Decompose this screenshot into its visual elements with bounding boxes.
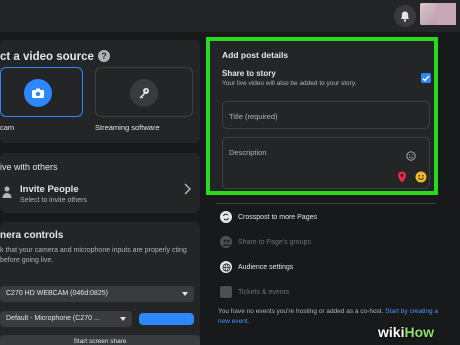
camera-controls-description: k that your camera and microphone inputs… bbox=[0, 247, 187, 264]
chevron-down-icon bbox=[182, 292, 188, 296]
top-bar bbox=[0, 0, 460, 32]
mic-level-button[interactable] bbox=[139, 313, 194, 325]
share-story-label: Share to story bbox=[222, 69, 276, 78]
feeling-emoji-icon[interactable] bbox=[415, 171, 427, 183]
title-input[interactable]: Title (required) bbox=[222, 101, 430, 129]
screen-share-button[interactable]: Start screen share bbox=[0, 335, 200, 345]
help-icon[interactable]: ? bbox=[97, 50, 110, 62]
crosspost-icon bbox=[220, 211, 232, 223]
divider bbox=[216, 203, 436, 204]
share-title: ive with others bbox=[0, 162, 58, 172]
share-groups-label: Share to Page's groups bbox=[238, 238, 311, 246]
ticket-icon bbox=[220, 286, 232, 298]
chevron-right-icon bbox=[184, 183, 191, 195]
source-option-webcam[interactable] bbox=[0, 67, 83, 117]
globe-icon bbox=[220, 261, 232, 273]
events-footer-text: You have no events you're hosting or add… bbox=[218, 308, 384, 315]
share-story-checkbox[interactable] bbox=[421, 73, 431, 83]
bell-icon[interactable] bbox=[394, 5, 416, 27]
camera-select-value: C270 HD WEBCAM (046d:0825) bbox=[6, 290, 108, 297]
post-details-title: Add post details bbox=[222, 50, 289, 60]
crosspost-option[interactable]: Crosspost to more Pages bbox=[220, 211, 317, 223]
add-post-details-card: Add post details Share to story Your liv… bbox=[206, 37, 438, 195]
audience-settings-option[interactable]: Audience settings bbox=[220, 261, 293, 273]
camera-icon bbox=[24, 79, 52, 107]
key-icon bbox=[130, 79, 158, 107]
location-pin-icon[interactable] bbox=[397, 171, 407, 183]
invite-people-label: Invite People bbox=[20, 184, 79, 195]
camera-select[interactable]: C270 HD WEBCAM (046d:0825) bbox=[0, 286, 194, 302]
tickets-events-label: Tickets & events bbox=[238, 288, 290, 296]
video-source-title: ct a video source? bbox=[0, 50, 110, 63]
share-groups-option: Share to Page's groups bbox=[220, 236, 311, 248]
microphone-select[interactable]: Default - Microphone (C270 ... bbox=[0, 311, 132, 327]
crosspost-label: Crosspost to more Pages bbox=[238, 213, 317, 221]
invite-people-subtitle: Select to invite others bbox=[20, 197, 87, 204]
share-story-subtitle: Your live video will also be added to yo… bbox=[222, 80, 357, 87]
source-option-streaming-software[interactable] bbox=[95, 67, 193, 117]
groups-icon bbox=[220, 236, 232, 248]
avatar-edge bbox=[436, 3, 456, 25]
tickets-events-option: Tickets & events bbox=[220, 286, 289, 298]
wikihow-watermark: wikiHow bbox=[378, 324, 435, 340]
audience-settings-label: Audience settings bbox=[238, 263, 294, 271]
smile-icon[interactable] bbox=[406, 151, 416, 161]
camera-controls-title: nera controls bbox=[0, 230, 64, 241]
source-option-streaming-label: Streaming software bbox=[95, 123, 160, 132]
source-option-webcam-label: cam bbox=[0, 123, 15, 132]
chevron-down-icon bbox=[120, 317, 126, 321]
microphone-select-value: Default - Microphone (C270 ... bbox=[6, 315, 100, 322]
person-icon bbox=[2, 186, 12, 198]
checkmark-icon bbox=[422, 75, 430, 82]
